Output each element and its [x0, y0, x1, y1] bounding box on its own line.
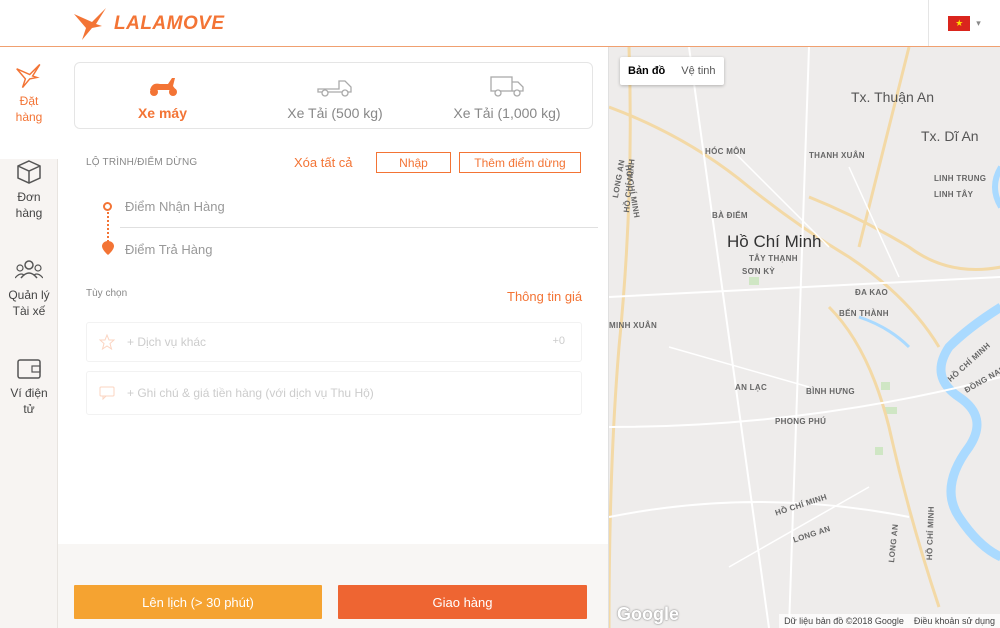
- satellite-view-button[interactable]: Vệ tinh: [673, 57, 723, 85]
- google-logo[interactable]: Google: [617, 604, 679, 625]
- vehicle-label: Xe Tải (1,000 kg): [453, 105, 561, 121]
- lalamove-logo[interactable]: LALAMOVE: [72, 6, 225, 42]
- order-panel: Xe máy Xe Tải (500 kg) Xe Tải (1,000 kg)…: [58, 47, 608, 628]
- map-label: AN LẠC: [735, 383, 768, 392]
- box-icon: [16, 157, 42, 187]
- map-label: Tx. Dĩ An: [921, 128, 979, 144]
- vehicle-selector: Xe máy Xe Tải (500 kg) Xe Tải (1,000 kg): [74, 62, 593, 129]
- map-attribution: Dữ liệu bản đồ ©2018 Google: [784, 616, 904, 626]
- pickup-dot-icon: [103, 202, 112, 211]
- language-selector[interactable]: ★ ▾: [928, 0, 1000, 46]
- map-terms-link[interactable]: Điều khoản sử dụng: [909, 616, 1000, 626]
- map-label: PHONG PHÚ: [775, 417, 827, 426]
- route-section-label: LỘ TRÌNH/ĐIỂM DỪNG: [86, 157, 198, 168]
- other-services-row[interactable]: + Dịch vụ khác +0: [86, 322, 582, 362]
- map-attribution-bar: Dữ liệu bản đồ ©2018 Google Điều khoản s…: [779, 614, 1000, 628]
- sidebar-item-drivers[interactable]: Quản lý Tài xế: [0, 255, 58, 353]
- sidebar-item-label: hàng: [15, 206, 43, 220]
- sidebar-item-orders[interactable]: Đơn hàng: [0, 157, 58, 255]
- star-icon: [87, 334, 127, 350]
- vietnam-flag-icon: ★: [948, 15, 971, 31]
- top-header: LALAMOVE ★ ▾: [0, 0, 1000, 47]
- notes-label: + Ghi chú & giá tiền hàng (với dịch vụ T…: [127, 386, 374, 400]
- vehicle-option-truck-1000[interactable]: Xe Tải (1,000 kg): [420, 63, 594, 128]
- map-label: TÂY THẠNH: [749, 254, 798, 263]
- map-label: HỒ CHÍ MINH: [925, 506, 936, 561]
- other-services-label: + Dịch vụ khác: [127, 335, 207, 349]
- map-label: SƠN KỲ: [742, 267, 776, 276]
- import-button[interactable]: Nhập: [376, 152, 451, 173]
- vehicle-label: Xe Tải (500 kg): [287, 105, 383, 121]
- map-label: Tx. Thuận An: [851, 89, 935, 105]
- schedule-button[interactable]: Lên lịch (> 30 phút): [74, 585, 322, 619]
- map-label: MINH XUÂN: [609, 321, 658, 330]
- stop-divider: [120, 227, 598, 228]
- map-label: HÓC MÔN: [705, 147, 746, 156]
- clear-all-link[interactable]: Xóa tất cả: [294, 155, 353, 170]
- map-view-button[interactable]: Bản đồ: [620, 57, 673, 85]
- map-label: LINH TÂY: [934, 190, 974, 199]
- van-truck-icon: [490, 71, 524, 101]
- sidebar-item-label: Đặt: [19, 94, 39, 108]
- logo-text: LALAMOVE: [114, 13, 225, 34]
- sidebar-item-place-order[interactable]: Đặt hàng: [0, 47, 58, 159]
- sidebar-item-label: tử: [23, 402, 35, 416]
- bird-logo-icon: [15, 61, 43, 91]
- scooter-icon: [146, 71, 180, 101]
- deliver-button[interactable]: Giao hàng: [338, 585, 587, 619]
- options-section-label: Tùy chọn: [86, 288, 128, 299]
- note-icon: [87, 386, 127, 400]
- map-label: LINH TRUNG: [934, 174, 987, 183]
- price-info-link[interactable]: Thông tin giá: [507, 289, 582, 304]
- map-view[interactable]: Bản đồ Vệ tinh Tx. Thuận An Tx. Dĩ An HÓ…: [608, 47, 1000, 628]
- map-type-toggle: Bản đồ Vệ tinh: [620, 57, 724, 85]
- map-label: THANH XUÂN: [809, 151, 865, 160]
- left-sidebar: Đặt hàng Đơn hàng Quản lý Tài xế Ví điện…: [0, 47, 58, 628]
- vehicle-option-motorbike[interactable]: Xe máy: [75, 63, 250, 128]
- add-stop-button[interactable]: Thêm điểm dừng: [459, 152, 581, 173]
- chevron-down-icon: ▾: [976, 17, 981, 28]
- map-label: BẾN THÀNH: [839, 309, 889, 318]
- sidebar-item-wallet[interactable]: Ví điện tử: [0, 353, 58, 451]
- drivers-icon: [15, 255, 43, 285]
- map-label: BÀ ĐIỂM: [712, 211, 748, 220]
- bird-logo-icon: [74, 8, 106, 40]
- sidebar-item-label: Ví điện: [10, 386, 48, 400]
- pickup-input[interactable]: Điểm Nhận Hàng: [125, 199, 225, 214]
- vehicle-label: Xe máy: [137, 105, 188, 121]
- map-label: Hồ Chí Minh: [727, 232, 822, 251]
- dropoff-pin-icon: [102, 241, 114, 255]
- sidebar-item-label: Đơn: [17, 190, 41, 204]
- map-label: ĐA KAO: [855, 288, 889, 297]
- map-label: BÌNH HƯNG: [806, 387, 855, 396]
- pickup-truck-icon: [317, 71, 353, 101]
- notes-row[interactable]: + Ghi chú & giá tiền hàng (với dịch vụ T…: [86, 371, 582, 415]
- dropoff-input[interactable]: Điểm Trả Hàng: [125, 242, 212, 257]
- sidebar-item-label: hàng: [15, 110, 43, 124]
- route-connector: [107, 212, 109, 242]
- sidebar-item-label: Quản lý: [8, 288, 50, 302]
- vehicle-option-truck-500[interactable]: Xe Tải (500 kg): [250, 63, 420, 128]
- sidebar-item-label: Tài xế: [12, 304, 46, 318]
- other-services-count: +0: [552, 335, 565, 347]
- wallet-icon: [16, 353, 42, 383]
